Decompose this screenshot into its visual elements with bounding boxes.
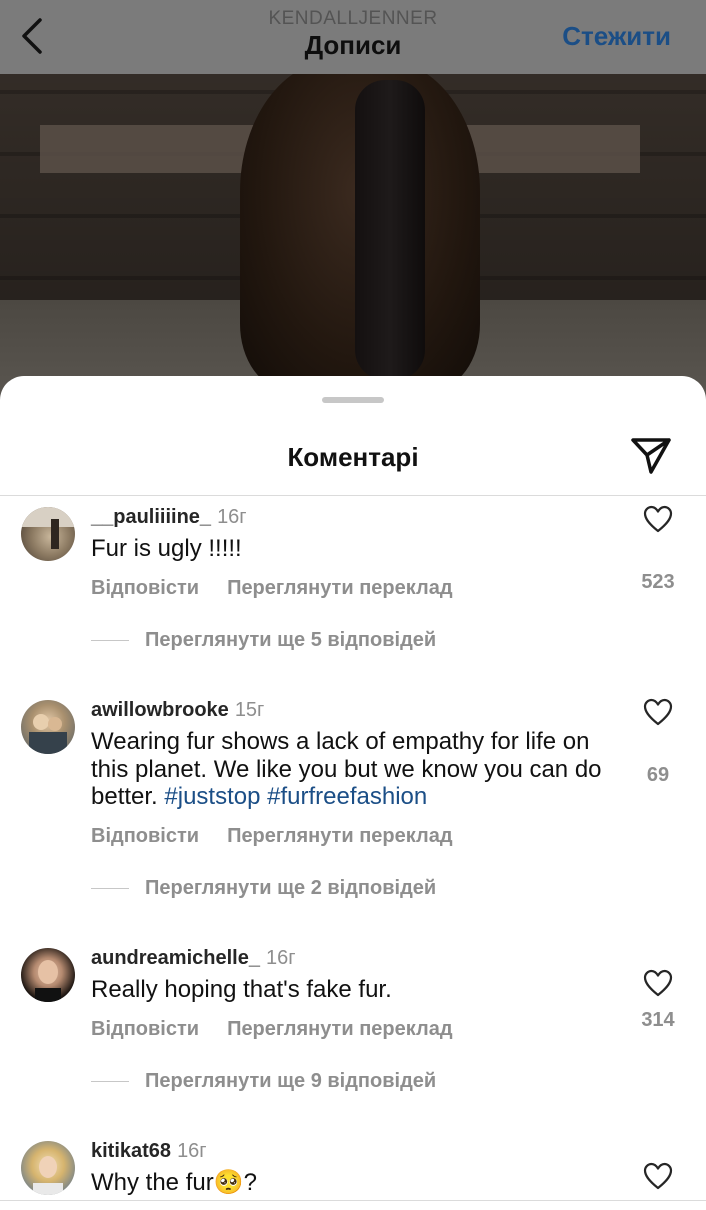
heart-outline-icon[interactable]: [643, 505, 673, 533]
comment-text: Why the fur🥺?: [91, 1169, 257, 1196]
like-count: 523: [641, 571, 675, 593]
comment-time: 16г: [217, 506, 247, 528]
comment-time: 16г: [265, 947, 296, 969]
comment-text: Fur is ugly !!!!!: [91, 535, 242, 562]
view-replies-button[interactable]: Переглянути ще 9 відповідей: [91, 1070, 436, 1093]
sheet-title: Коментарі: [287, 442, 419, 472]
like-count: 69: [646, 764, 670, 786]
view-replies-button[interactable]: Переглянути ще 2 відповідей: [91, 877, 436, 900]
avatar[interactable]: [21, 700, 75, 754]
comment-time: 15г: [234, 699, 265, 721]
hashtag-link[interactable]: #juststop #furfreefashion: [164, 783, 427, 810]
view-replies-button[interactable]: Переглянути ще 5 відповідей: [91, 629, 436, 652]
see-translation-button[interactable]: Переглянути переклад: [227, 577, 452, 599]
heart-outline-icon[interactable]: [643, 969, 673, 997]
see-translation-button[interactable]: Переглянути переклад: [227, 825, 452, 847]
comment-actions: Відповісти Переглянути переклад: [91, 825, 481, 848]
comment-actions: Відповісти Переглянути переклад: [91, 1018, 481, 1041]
reply-button[interactable]: Відповісти: [91, 577, 199, 599]
comment-text: Really hoping that's fake fur.: [91, 976, 392, 1003]
figure-legs: [355, 80, 425, 380]
divider: [0, 495, 706, 496]
comments-sheet: Коментарі __pauliiiine_ 16г Fur is ugly !…: [0, 376, 706, 1210]
comment-username[interactable]: awillowbrooke 15г: [91, 699, 264, 722]
see-translation-button[interactable]: Переглянути переклад: [227, 1018, 452, 1040]
comment-username[interactable]: kitikat68 16г: [91, 1140, 207, 1163]
comment-time: 16г: [177, 1140, 207, 1162]
follow-button[interactable]: Стежити: [562, 21, 671, 52]
divider: [0, 1200, 706, 1201]
replies-line: [91, 640, 129, 642]
heart-outline-icon[interactable]: [643, 1162, 673, 1190]
comment-username[interactable]: __pauliiiine_ 16г: [91, 506, 247, 529]
reply-button[interactable]: Відповісти: [91, 825, 199, 847]
avatar[interactable]: [21, 507, 75, 561]
avatar[interactable]: [21, 948, 75, 1002]
heart-outline-icon[interactable]: [643, 698, 673, 726]
comment-text: Wearing fur shows a lack of empathy for …: [91, 728, 602, 810]
paper-plane-icon[interactable]: [630, 436, 672, 476]
replies-line: [91, 888, 129, 890]
avatar[interactable]: [21, 1141, 75, 1195]
like-count: 314: [641, 1009, 675, 1031]
reply-button[interactable]: Відповісти: [91, 1018, 199, 1040]
comment-username[interactable]: aundreamichelle_ 16г: [91, 947, 296, 970]
replies-line: [91, 1081, 129, 1083]
top-nav-bar: KENDALLJENNER Дописи Стежити: [0, 0, 706, 74]
comment-actions: Відповісти Переглянути переклад: [91, 577, 481, 600]
sheet-grabber[interactable]: [322, 397, 384, 403]
